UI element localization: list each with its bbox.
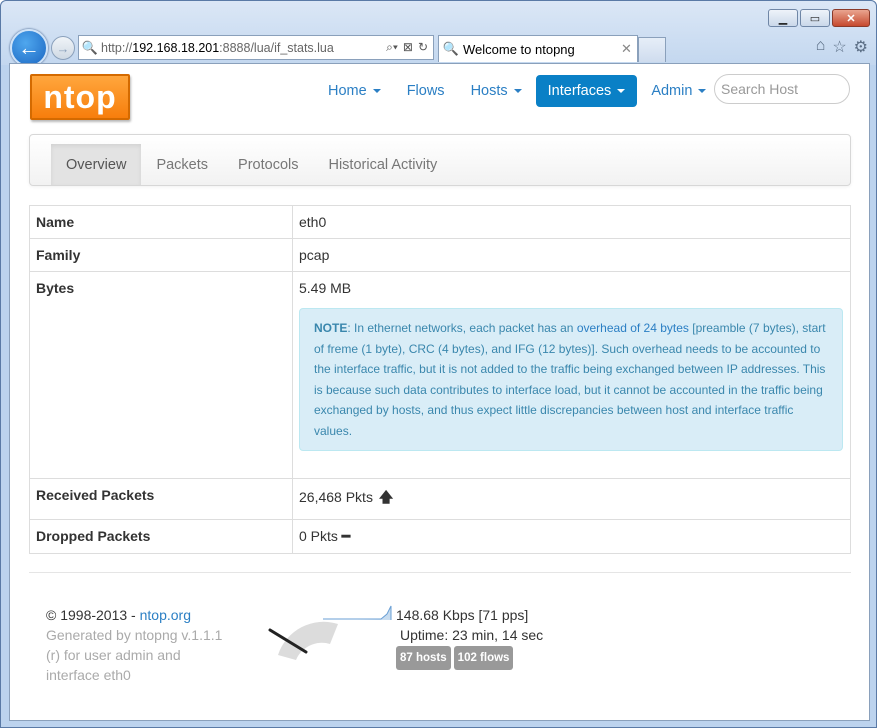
counts-badges: 87 hosts 102 flows bbox=[396, 646, 543, 670]
bytes-value: 5.49 MB bbox=[299, 280, 352, 296]
nav-home[interactable]: Home bbox=[316, 75, 393, 107]
throughput-text: 148.68 Kbps [71 pps] bbox=[396, 607, 529, 623]
browser-window: ▁ ▭ ✕ ← → 🔍 http://192.168.18.201:8888/l… bbox=[0, 0, 877, 728]
flows-badge[interactable]: 102 flows bbox=[453, 646, 514, 670]
overhead-highlight: overhead of 24 bytes bbox=[576, 321, 689, 335]
address-bar[interactable]: 🔍 http://192.168.18.201:8888/lua/if_stat… bbox=[78, 35, 434, 60]
table-row: Family pcap bbox=[29, 238, 851, 272]
forward-arrow-icon[interactable]: → bbox=[51, 36, 75, 60]
compat-view-icon[interactable]: ⊠ bbox=[403, 40, 413, 55]
browser-tab[interactable]: 🔍 Welcome to ntopng ✕ bbox=[438, 35, 638, 62]
page-content: ntop Home Flows Hosts Interfaces Admin O… bbox=[9, 63, 870, 721]
uptime-text: Uptime: 23 min, 14 sec bbox=[400, 627, 544, 643]
back-arrow-icon[interactable]: ← bbox=[10, 29, 48, 67]
interface-stats-table: Name eth0 Family pcap Bytes 5.49 MB NOTE… bbox=[29, 205, 851, 554]
page-search-icon: 🔍 bbox=[81, 39, 99, 55]
arrow-up-icon: 🡅 bbox=[378, 489, 394, 505]
ntop-org-link[interactable]: ntop.org bbox=[140, 607, 191, 623]
caret-down-icon bbox=[372, 89, 381, 93]
browser-toolbar-icons: ⌂ ☆ ⚙ bbox=[816, 37, 868, 57]
nav-flows[interactable]: Flows bbox=[395, 75, 457, 107]
table-row: Name eth0 bbox=[29, 205, 851, 239]
nav-interfaces[interactable]: Interfaces bbox=[535, 75, 638, 107]
search-dropdown-icon[interactable]: ⌕▾ bbox=[386, 40, 398, 55]
bytes-label: Bytes bbox=[29, 271, 293, 479]
throughput-gauge bbox=[268, 621, 338, 660]
hosts-badge[interactable]: 87 hosts bbox=[396, 646, 451, 670]
table-row: Dropped Packets 0 Pkts ━ bbox=[29, 519, 851, 554]
throughput-sparkline bbox=[323, 605, 392, 620]
tab-packets[interactable]: Packets bbox=[141, 144, 223, 185]
maximize-icon[interactable]: ▭ bbox=[800, 9, 830, 27]
copyright: © 1998-2013 - ntop.org bbox=[46, 607, 191, 623]
table-row: Received Packets 26,468 Pkts 🡅 bbox=[29, 478, 851, 520]
name-value: eth0 bbox=[292, 205, 851, 239]
title-bar: ▁ ▭ ✕ ← → 🔍 http://192.168.18.201:8888/l… bbox=[1, 1, 876, 67]
tab-overview[interactable]: Overview bbox=[51, 144, 142, 185]
received-packets-value: 26,468 Pkts bbox=[299, 489, 373, 505]
caret-down-icon bbox=[513, 89, 522, 93]
received-packets-label: Received Packets bbox=[29, 478, 293, 520]
nav-hosts[interactable]: Hosts bbox=[459, 75, 534, 107]
url-text[interactable]: http://192.168.18.201:8888/lua/if_stats.… bbox=[101, 41, 386, 55]
close-icon[interactable]: ✕ bbox=[832, 9, 870, 27]
generated-by: Generated by ntopng v.1.1.1 (r) for user… bbox=[46, 627, 223, 683]
minus-icon: ━ bbox=[341, 528, 351, 544]
footer-info: © 1998-2013 - ntop.org Generated by ntop… bbox=[46, 605, 236, 685]
sparkline bbox=[323, 605, 392, 620]
traffic-summary: 148.68 Kbps [71 pps] Uptime: 23 min, 14 … bbox=[396, 605, 543, 670]
tab-favicon-icon: 🔍 bbox=[442, 41, 460, 56]
bytes-cell: 5.49 MB NOTE: In ethernet networks, each… bbox=[292, 271, 851, 479]
settings-gear-icon[interactable]: ⚙ bbox=[854, 37, 868, 57]
address-tools: ⌕▾ ⊠ ↻ bbox=[386, 40, 433, 55]
home-icon[interactable]: ⌂ bbox=[816, 37, 826, 57]
tab-protocols[interactable]: Protocols bbox=[223, 144, 313, 185]
window-controls: ▁ ▭ ✕ bbox=[768, 9, 870, 27]
interface-subnav: Overview Packets Protocols Historical Ac… bbox=[29, 134, 851, 186]
search-host-input[interactable] bbox=[714, 74, 850, 104]
family-value: pcap bbox=[292, 238, 851, 272]
tab-title: Welcome to ntopng bbox=[463, 41, 575, 57]
name-label: Name bbox=[29, 205, 293, 239]
caret-down-icon bbox=[617, 89, 626, 93]
tab-close-icon[interactable]: ✕ bbox=[621, 41, 637, 57]
tab-historical-activity[interactable]: Historical Activity bbox=[313, 144, 452, 185]
family-label: Family bbox=[29, 238, 293, 272]
received-packets-cell: 26,468 Pkts 🡅 bbox=[292, 478, 851, 520]
minimize-icon[interactable]: ▁ bbox=[768, 9, 798, 27]
caret-down-icon bbox=[698, 89, 707, 93]
new-tab-button[interactable] bbox=[638, 37, 666, 62]
ntop-logo[interactable]: ntop bbox=[30, 74, 130, 120]
refresh-icon[interactable]: ↻ bbox=[418, 40, 428, 55]
dropped-packets-value: 0 Pkts bbox=[299, 528, 338, 544]
overhead-note: NOTE: In ethernet networks, each packet … bbox=[299, 308, 843, 451]
top-navigation: Home Flows Hosts Interfaces Admin bbox=[316, 75, 720, 107]
nav-admin[interactable]: Admin bbox=[639, 75, 718, 107]
footer-divider bbox=[29, 572, 851, 573]
favorites-star-icon[interactable]: ☆ bbox=[832, 37, 846, 57]
table-row: Bytes 5.49 MB NOTE: In ethernet networks… bbox=[29, 271, 851, 479]
dropped-packets-label: Dropped Packets bbox=[29, 519, 293, 554]
dropped-packets-cell: 0 Pkts ━ bbox=[292, 519, 851, 554]
